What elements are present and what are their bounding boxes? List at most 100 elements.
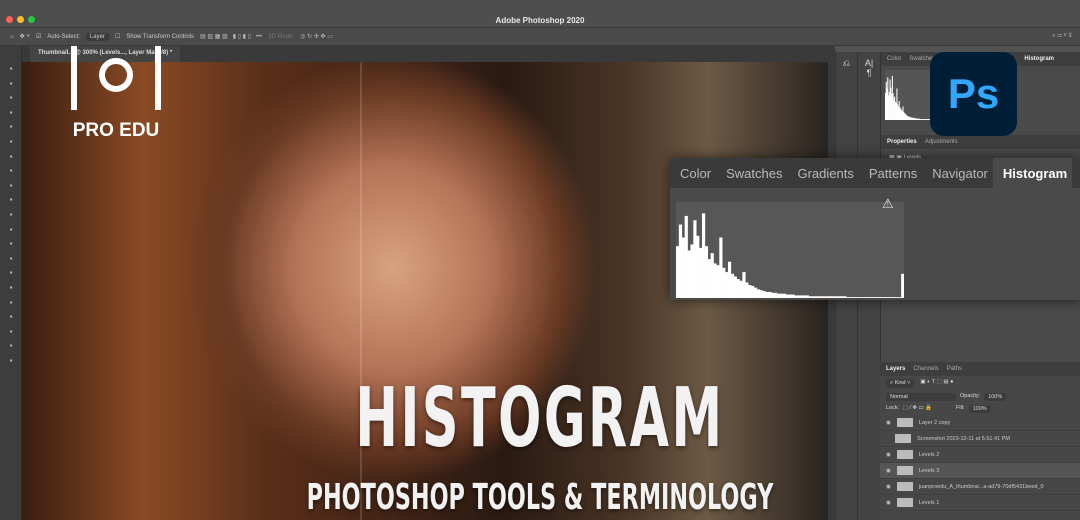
lasso-tool-icon[interactable]: ▪ — [0, 91, 22, 106]
tab-navigator-large[interactable]: Navigator — [922, 158, 993, 188]
zoom-tool-icon[interactable]: ▪ — [0, 354, 22, 369]
layer-row[interactable]: ◉ Layer 2 copy — [880, 415, 1080, 431]
histogram-chart — [676, 202, 904, 298]
search-workspace-share-icons[interactable]: ⌕ ▭ ˅ ⇪ — [1052, 33, 1072, 40]
histogram-bin — [756, 289, 760, 298]
histogram-bin — [696, 235, 700, 298]
histogram-bin — [785, 294, 789, 298]
histogram-bin — [869, 297, 873, 298]
gradient-tool-icon[interactable]: ▪ — [0, 237, 22, 252]
hand-tool-icon[interactable]: ▪ — [0, 339, 22, 354]
blur-tool-icon[interactable]: ▪ — [0, 252, 22, 267]
character-icon[interactable]: A| — [858, 52, 880, 68]
home-icon[interactable]: ⌂ — [10, 34, 14, 40]
visibility-eye-icon[interactable]: ◉ — [886, 484, 891, 490]
auto-select-checkbox[interactable]: ☑ — [36, 33, 41, 40]
visibility-eye-icon[interactable]: ◉ — [886, 500, 891, 506]
histogram-bin — [704, 246, 709, 298]
stamp-tool-icon[interactable]: ▪ — [0, 193, 22, 208]
eyedropper-tool-icon[interactable]: ▪ — [0, 150, 22, 165]
histogram-bin — [823, 296, 827, 298]
tab-layers[interactable]: Layers — [886, 366, 905, 372]
auto-select-dropdown[interactable]: Layer — [85, 32, 109, 41]
crop-tool-icon[interactable]: ▪ — [0, 120, 22, 135]
3d-tools-icons[interactable]: ◎ ↻ ✣ ✥ ▭ — [300, 33, 333, 40]
histogram-bin — [725, 272, 729, 298]
histogram-bin — [736, 278, 740, 298]
dodge-tool-icon[interactable]: ▪ — [0, 266, 22, 281]
warning-icon[interactable]: ⚠ — [882, 196, 894, 212]
paragraph-icon[interactable]: ¶ — [858, 68, 880, 78]
histogram-bin — [719, 237, 723, 298]
histogram-bin — [826, 296, 830, 298]
histogram-bin — [716, 265, 720, 298]
heal-tool-icon[interactable]: ▪ — [0, 164, 22, 179]
histogram-bin — [828, 296, 833, 298]
panel-menu-icon[interactable]: ≡ — [1072, 158, 1080, 188]
lock-icons[interactable]: ⬚ ⁄ ✥ ▭ 🔒 — [903, 405, 932, 413]
tab-patterns-large[interactable]: Patterns — [859, 158, 922, 188]
histogram-bin — [837, 296, 841, 298]
histogram-bin — [805, 295, 810, 298]
tab-properties[interactable]: Properties — [887, 139, 917, 145]
histogram-bin — [883, 297, 887, 298]
histogram-bin — [768, 291, 772, 298]
frame-tool-icon[interactable]: ▪ — [0, 135, 22, 150]
histogram-bin — [765, 291, 769, 298]
layer-row[interactable]: ◉ Levels 1 — [880, 495, 1080, 511]
visibility-eye-icon[interactable]: ◉ — [886, 420, 891, 426]
tab-paths[interactable]: Paths — [947, 366, 962, 372]
histogram-bin — [866, 297, 870, 298]
tab-histogram-large[interactable]: Histogram — [992, 158, 1073, 188]
tab-histogram[interactable]: Histogram — [1024, 56, 1054, 62]
show-transform-label: Show Transform Controls — [126, 33, 195, 40]
move-tool-icon[interactable]: ✥ ˅ — [20, 33, 30, 40]
tab-gradients-large[interactable]: Gradients — [787, 158, 858, 188]
lock-row: Lock: ⬚ ⁄ ✥ ▭ 🔒 Fill: 100% — [880, 403, 1080, 415]
layer-row[interactable]: Screenshot 2023-12-11 at 5.51.41 PM — [880, 431, 1080, 447]
brush-tool-icon[interactable]: ▪ — [0, 179, 22, 194]
type-tool-icon[interactable]: ▪ — [0, 296, 22, 311]
histogram-bin — [878, 297, 882, 298]
move-tool-icon[interactable]: ▪ — [0, 62, 22, 77]
show-transform-checkbox[interactable]: ☐ — [115, 33, 120, 40]
histogram-bin — [892, 297, 896, 298]
tab-adjustments[interactable]: Adjustments — [925, 139, 958, 145]
path-select-tool-icon[interactable]: ▪ — [0, 310, 22, 325]
visibility-eye-icon[interactable]: ◉ — [886, 452, 891, 458]
layer-row[interactable]: ◉ juanproedu_A_thumbnai...a-ad79-70df5431… — [880, 479, 1080, 495]
tab-swatches-large[interactable]: Swatches — [716, 158, 787, 188]
opacity-input[interactable]: 100% — [984, 393, 1007, 401]
histogram-bin — [817, 296, 821, 298]
histogram-bin — [779, 293, 784, 298]
history-icon[interactable]: ⎌ — [836, 52, 857, 69]
fill-input[interactable]: 100% — [968, 405, 991, 413]
layer-thumbnail — [896, 498, 913, 507]
histogram-bin — [854, 297, 859, 298]
title-bar: Adobe Photoshop 2020 — [0, 0, 1080, 28]
visibility-eye-icon[interactable]: ◉ — [886, 468, 891, 474]
tab-channels[interactable]: Channels — [913, 366, 938, 372]
tab-color[interactable]: Color — [887, 56, 901, 62]
tools-panel: ▪ ▪ ▪ ▪ ▪ ▪ ▪ ▪ ▪ ▪ ▪ ▪ ▪ ▪ ▪ ▪ ▪ ▪ ▪ ▪ ▪ — [0, 46, 22, 520]
layers-panel: Layers Channels Paths ⌕ Kind ˅ ▣ ◐ T ⬚ ▤… — [880, 362, 1080, 520]
eraser-tool-icon[interactable]: ▪ — [0, 223, 22, 238]
history-brush-tool-icon[interactable]: ▪ — [0, 208, 22, 223]
shape-tool-icon[interactable]: ▪ — [0, 325, 22, 340]
align-icons[interactable]: ▤ ▥ ▦ ▧ ▮ ▯ ▮ ▯ ••• — [200, 33, 262, 40]
histogram-bin — [681, 237, 685, 298]
pen-tool-icon[interactable]: ▪ — [0, 281, 22, 296]
layer-row[interactable]: ◉ Levels 3 — [880, 463, 1080, 479]
histogram-bin — [820, 296, 824, 298]
marquee-tool-icon[interactable]: ▪ — [0, 77, 22, 92]
visibility-eye-icon[interactable] — [886, 436, 889, 442]
filter-icons[interactable]: ▣ ◐ T ⬚ ▤ ● — [920, 379, 953, 388]
histogram-bin — [811, 296, 815, 298]
layer-filter-dropdown[interactable]: ⌕ Kind ˅ — [886, 379, 915, 388]
layer-row[interactable]: ◉ Levels 2 — [880, 447, 1080, 463]
fill-label: Fill: — [956, 405, 965, 411]
blend-mode-dropdown[interactable]: Normal — [886, 393, 956, 401]
select-tool-icon[interactable]: ▪ — [0, 106, 22, 121]
histogram-bin — [713, 263, 717, 298]
tab-color-large[interactable]: Color — [670, 158, 716, 188]
